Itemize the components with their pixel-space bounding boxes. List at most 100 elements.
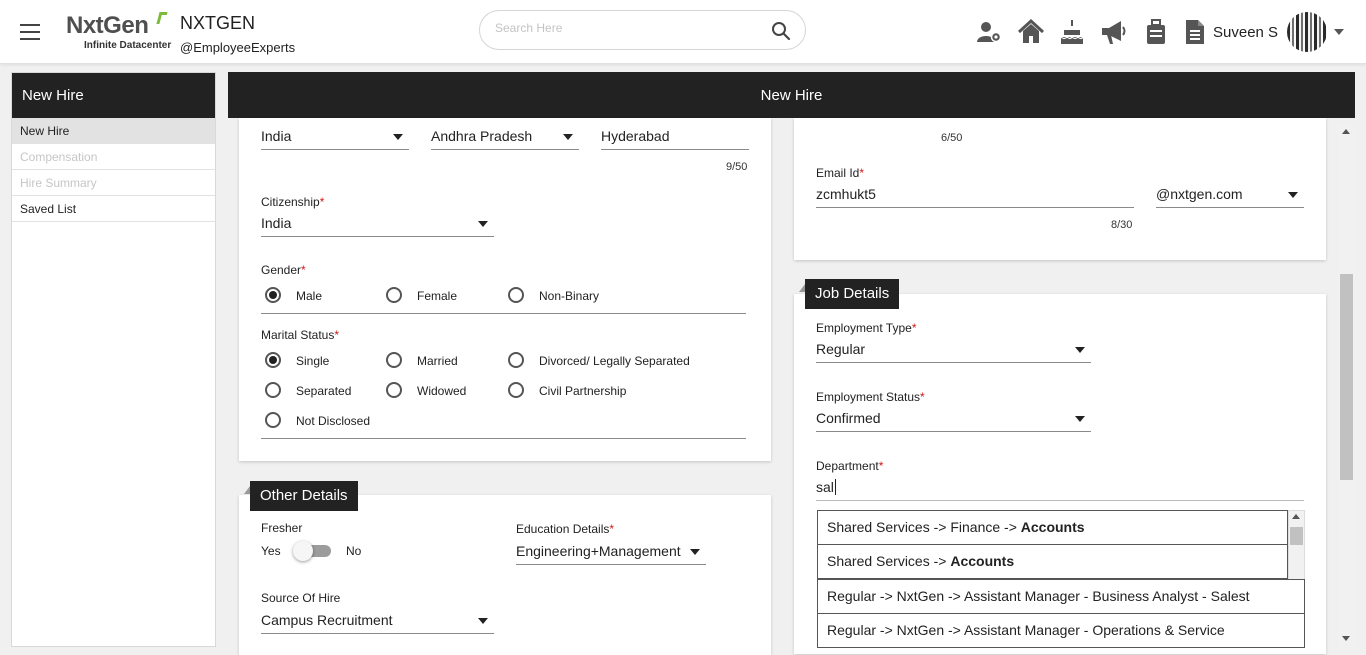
gender-male-radio[interactable] [265,287,281,303]
gender-female-radio[interactable] [386,287,402,303]
logo-tagline: Infinite Datacenter [84,40,172,51]
department-suggestion[interactable]: Regular -> NxtGen -> Assistant Manager -… [817,613,1305,648]
state-select[interactable]: Andhra Pradesh [431,126,579,150]
source-of-hire-select[interactable]: Campus Recruitment [261,610,494,634]
source-of-hire-value: Campus Recruitment [261,612,393,628]
fresher-toggle-knob[interactable] [293,541,313,561]
city-input[interactable]: Hyderabad [601,126,749,150]
education-label: Education Details* [516,522,615,536]
marital-married-label: Married [417,354,458,368]
marital-separated-radio[interactable] [265,382,281,398]
field-char-counter: 6/50 [941,132,963,144]
citizenship-select[interactable]: India [261,213,494,237]
city-value: Hyderabad [601,128,670,144]
email-label: Email Id* [816,166,865,180]
marital-single-radio[interactable] [265,352,281,368]
top-bar: NxtGen Infinite Datacenter NXTGEN @Emplo… [0,0,1366,64]
marital-not-disclosed-radio[interactable] [265,412,281,428]
department-suggestion[interactable]: Shared Services -> Accounts [817,544,1288,579]
scroll-up-icon[interactable] [1342,129,1350,134]
education-value: Engineering+Management [516,543,681,559]
scroll-up-icon[interactable] [1292,514,1300,519]
org-name: NXTGEN [180,13,256,33]
dropdown-arrow-icon [478,618,488,624]
email-char-counter: 8/30 [1111,219,1133,231]
marital-civil-partnership-label: Civil Partnership [539,384,627,398]
scroll-down-icon[interactable] [1342,636,1350,641]
divider [261,313,746,314]
employment-status-value: Confirmed [816,410,881,426]
sidebar: New Hire New Hire Compensation Hire Summ… [11,72,216,647]
department-input[interactable]: sal [816,477,1304,501]
department-suggestion[interactable]: Shared Services -> Finance -> Accounts [817,510,1288,545]
user-name[interactable]: Suveen S [1213,24,1278,41]
dropdown-arrow-icon [1288,192,1298,198]
suggestion-scroll-thumb[interactable] [1290,527,1303,545]
marital-widowed-radio[interactable] [386,382,402,398]
education-select[interactable]: Engineering+Management [516,541,706,565]
dropdown-arrow-icon [1075,416,1085,422]
sidebar-item-hire-summary: Hire Summary [12,170,215,196]
city-char-counter: 9/50 [726,161,748,173]
employment-type-value: Regular [816,341,866,357]
employment-status-label: Employment Status* [816,390,925,404]
department-value: sal [816,479,834,495]
employment-type-label: Employment Type* [816,321,917,335]
megaphone-icon[interactable] [1099,18,1127,46]
marital-divorced-radio[interactable] [508,352,524,368]
briefcase-icon[interactable] [1142,18,1170,46]
email-input[interactable]: zcmhukt5 [816,184,1134,208]
email-domain-select[interactable]: @nxtgen.com [1156,184,1304,208]
email-value: zcmhukt5 [816,186,876,202]
marital-not-disclosed-label: Not Disclosed [296,414,371,428]
marital-civil-partnership-radio[interactable] [508,382,524,398]
marital-single-label: Single [296,354,330,368]
search-icon[interactable] [771,21,791,41]
page-title: New Hire [228,72,1355,118]
gender-nonbinary-label: Non-Binary [539,289,600,303]
logo-mark-icon [156,12,168,24]
team-settings-icon[interactable] [975,18,1003,46]
sidebar-item-new-hire[interactable]: New Hire [12,118,215,144]
home-icon[interactable] [1017,18,1045,46]
search-box [479,10,806,50]
fresher-label: Fresher [261,521,303,535]
state-value: Andhra Pradesh [431,128,533,144]
dropdown-arrow-icon [563,134,573,140]
marital-married-radio[interactable] [386,352,402,368]
dropdown-arrow-icon [690,549,700,555]
avatar[interactable] [1287,12,1327,52]
dropdown-arrow-icon [1075,347,1085,353]
department-suggestion[interactable]: Regular -> NxtGen -> Assistant Manager -… [817,579,1305,614]
page-scroll-thumb[interactable] [1340,274,1353,480]
gender-nonbinary-radio[interactable] [508,287,524,303]
dropdown-arrow-icon [393,134,403,140]
fresher-no-label: No [346,544,362,558]
gender-female-label: Female [417,289,458,303]
divider [261,438,746,439]
employment-status-select[interactable]: Confirmed [816,408,1091,432]
gender-label: Gender* [261,263,306,277]
citizenship-value: India [261,215,292,231]
chevron-down-icon[interactable] [1334,29,1344,35]
email-domain-value: @nxtgen.com [1156,186,1243,202]
dropdown-arrow-icon [478,221,488,227]
menu-icon[interactable] [20,24,40,40]
org-handle: @EmployeeExperts [180,40,296,55]
document-icon[interactable] [1181,18,1209,46]
sidebar-item-saved-list[interactable]: Saved List [12,196,215,222]
cake-icon[interactable] [1058,18,1086,46]
text-cursor [834,479,836,495]
employment-type-select[interactable]: Regular [816,339,1091,363]
citizenship-label: Citizenship* [261,195,325,209]
source-of-hire-label: Source Of Hire [261,591,341,605]
search-input[interactable] [495,21,755,35]
gender-male-label: Male [296,289,323,303]
department-label: Department* [816,459,884,473]
marital-widowed-label: Widowed [417,384,467,398]
sidebar-title: New Hire [12,73,215,118]
fresher-yes-label: Yes [261,544,281,558]
country-select[interactable]: India [261,126,409,150]
suggestion-scrollbar[interactable] [1288,510,1305,580]
marital-status-label: Marital Status* [261,328,340,342]
